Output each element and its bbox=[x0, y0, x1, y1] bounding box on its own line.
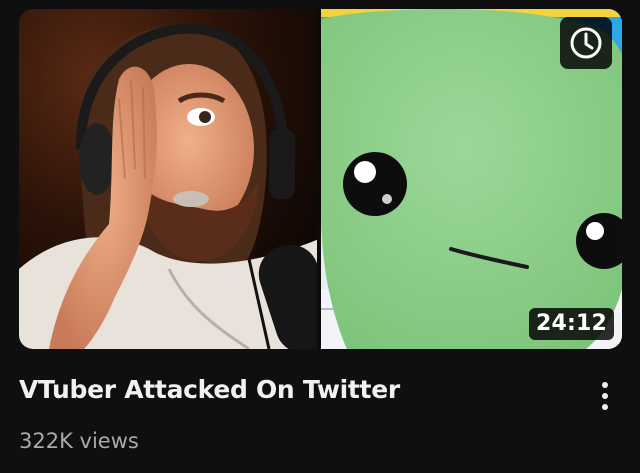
video-card[interactable]: 24:12 VTuber Attacked On Twitter 322K vi… bbox=[0, 0, 640, 473]
watch-later-button[interactable] bbox=[560, 17, 612, 69]
clock-icon bbox=[570, 27, 602, 59]
webcam-panel bbox=[19, 9, 336, 349]
view-count: 322K views bbox=[19, 429, 139, 453]
video-title[interactable]: VTuber Attacked On Twitter bbox=[19, 372, 559, 408]
more-actions-button[interactable] bbox=[585, 372, 625, 420]
more-vert-icon bbox=[602, 382, 608, 388]
video-thumbnail[interactable]: 24:12 bbox=[19, 9, 622, 349]
duration-badge: 24:12 bbox=[528, 308, 614, 340]
